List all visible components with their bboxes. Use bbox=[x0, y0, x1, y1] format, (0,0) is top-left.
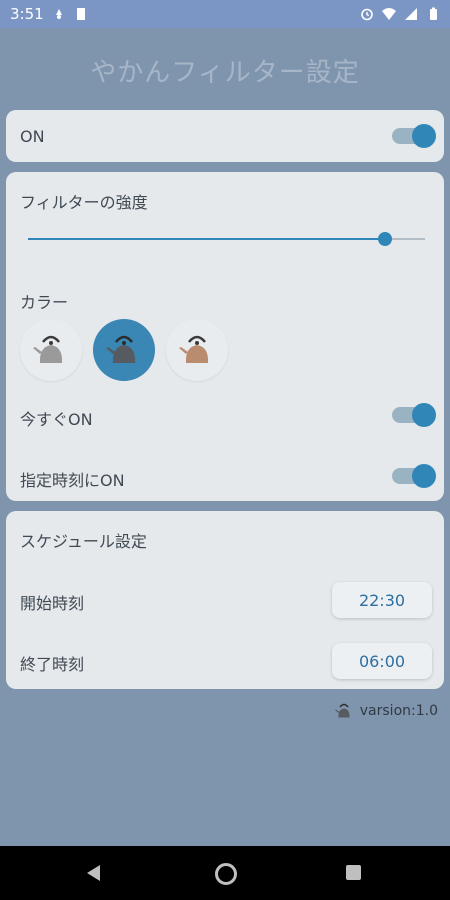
schedule-card: スケジュール設定 開始時刻 22:30 終了時刻 06:00 bbox=[6, 511, 444, 689]
now-on-toggle-knob bbox=[412, 403, 436, 427]
power-toggle-knob bbox=[412, 124, 436, 148]
end-time-button[interactable]: 06:00 bbox=[332, 643, 432, 679]
strength-slider[interactable] bbox=[28, 232, 425, 246]
color-label: カラー bbox=[20, 293, 69, 312]
scheduled-on-toggle-knob bbox=[412, 464, 436, 488]
status-time: 3:51 bbox=[10, 5, 44, 23]
status-bar: 3:51 bbox=[0, 0, 450, 28]
navigation-bar bbox=[0, 846, 450, 900]
wifi-icon bbox=[382, 8, 396, 20]
color-option-dark[interactable] bbox=[93, 319, 155, 381]
color-option-gray[interactable] bbox=[20, 319, 82, 381]
now-on-toggle[interactable] bbox=[392, 403, 436, 427]
power-toggle[interactable] bbox=[392, 124, 436, 148]
version-text: varsion:1.0 bbox=[359, 703, 438, 719]
home-icon[interactable] bbox=[215, 863, 237, 885]
dark-kettle-icon bbox=[106, 335, 136, 363]
power-label: ON bbox=[20, 127, 45, 146]
gray-kettle-icon bbox=[33, 335, 63, 363]
strength-label: フィルターの強度 bbox=[20, 193, 148, 212]
strength-slider-fill bbox=[28, 238, 385, 240]
start-time-label: 開始時刻 bbox=[20, 594, 85, 613]
battery-icon bbox=[430, 7, 437, 20]
brown-kettle-icon bbox=[179, 335, 209, 363]
version-footer: varsion:1.0 bbox=[334, 701, 438, 721]
recent-apps-icon[interactable] bbox=[346, 865, 361, 880]
scheduled-on-toggle[interactable] bbox=[392, 464, 436, 488]
signal-icon bbox=[405, 8, 417, 20]
alarm-icon bbox=[361, 8, 373, 21]
end-time-label: 終了時刻 bbox=[20, 655, 85, 674]
scheduled-on-label: 指定時刻にON bbox=[20, 471, 125, 490]
back-icon[interactable] bbox=[87, 865, 100, 881]
sd-card-icon bbox=[76, 8, 85, 20]
page-title: やかんフィルター設定 bbox=[90, 58, 360, 88]
strength-slider-thumb[interactable] bbox=[378, 232, 392, 246]
power-card: ON bbox=[6, 110, 444, 162]
start-time-button[interactable]: 22:30 bbox=[332, 582, 432, 618]
kettle-logo-icon bbox=[334, 703, 350, 718]
filter-card: フィルターの強度 カラー 今すぐON 指定時刻にON bbox=[6, 172, 444, 501]
schedule-section-label: スケジュール設定 bbox=[20, 532, 147, 551]
color-option-brown[interactable] bbox=[166, 319, 228, 381]
now-on-label: 今すぐON bbox=[20, 410, 93, 429]
notification-icon bbox=[55, 9, 62, 19]
